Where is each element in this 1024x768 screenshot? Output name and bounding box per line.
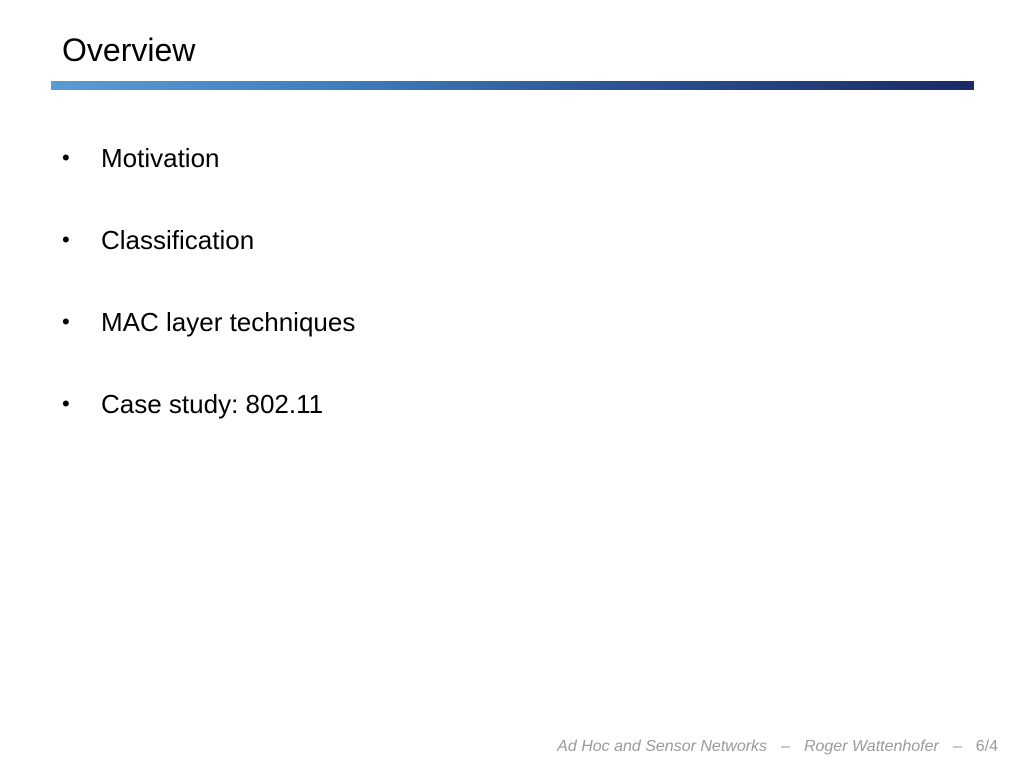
slide-footer: Ad Hoc and Sensor Networks – Roger Wattenh… [557, 738, 998, 756]
footer-page-number: 6/4 [975, 738, 998, 755]
bullet-marker: • [62, 227, 70, 252]
title-underline-bar [51, 81, 974, 90]
slide-title: Overview [62, 32, 196, 68]
footer-course: Ad Hoc and Sensor Networks [557, 738, 768, 755]
footer-author: Roger Wattenhofer [803, 738, 939, 755]
bullet-text: Classification [101, 225, 255, 255]
bullet-text: Case study: 802.11 [101, 389, 324, 419]
bullet-text: MAC layer techniques [101, 307, 356, 337]
footer-separator: – [781, 738, 790, 755]
slide: Overview • Motivation • Classification •… [0, 0, 1024, 768]
footer-separator: – [952, 738, 962, 755]
bullet-marker: • [62, 145, 70, 170]
bullet-text: Motivation [101, 143, 220, 173]
bullet-marker: • [62, 391, 70, 416]
bullet-marker: • [62, 309, 70, 334]
